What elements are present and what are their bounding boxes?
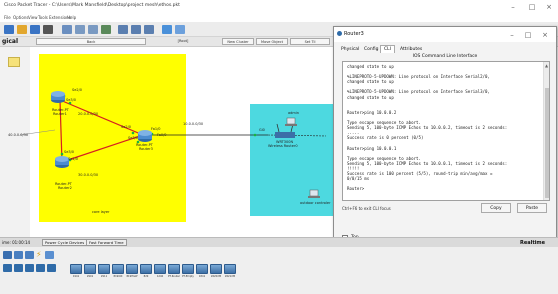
- device-tile[interactable]: [112, 264, 124, 274]
- device-tile[interactable]: [182, 264, 194, 274]
- paste-button[interactable]: Paste: [517, 203, 547, 213]
- device-tile[interactable]: [154, 264, 166, 274]
- cli-focus-hint: Ctrl+F6 to exit CLI focus: [342, 206, 391, 211]
- dialog-minimize-icon[interactable]: –: [506, 30, 518, 40]
- device-label: 819IOX: [113, 275, 123, 278]
- copy-button[interactable]: Copy: [481, 203, 511, 213]
- dialog-titlebar[interactable]: Router3 – □ ×: [334, 27, 556, 42]
- switches-category-icon[interactable]: [14, 264, 23, 272]
- device-label: 2911: [100, 275, 108, 278]
- wireless-category-icon[interactable]: [36, 264, 45, 272]
- port-label: Fa1/0: [151, 127, 161, 131]
- device-tile[interactable]: [224, 264, 236, 274]
- sim-time: ime: 01:00:14: [2, 240, 31, 245]
- scrollbar-thumb[interactable]: [545, 88, 549, 198]
- port-label: Se3/0: [64, 150, 75, 154]
- dialog-tabs: Physical Config CLI Attributes: [334, 43, 556, 53]
- device-tile[interactable]: [168, 264, 180, 274]
- cli-scrollbar[interactable]: ▲: [543, 62, 549, 200]
- device-palette: ⚡ 1941 2901 2911 819IOX 819HGW 829 1240 …: [0, 247, 558, 294]
- wireless-name-label: Wireless Router0: [268, 144, 298, 148]
- cli-section-title: IOS Command Line Interface: [412, 54, 478, 59]
- cli-console[interactable]: changed state to up %LINEPROTO-5-UPDOWN:…: [342, 61, 550, 201]
- router3-name-label: Router3: [139, 147, 153, 151]
- outdoor-laptop-icon: [308, 189, 320, 198]
- connections-icon[interactable]: ⚡: [36, 250, 42, 259]
- router2-name-label: Router2: [58, 186, 72, 190]
- port-label: Gi0: [259, 128, 265, 132]
- hubs-category-icon[interactable]: [25, 264, 34, 272]
- device-tile[interactable]: [70, 264, 82, 274]
- device-label: 819HGW: [126, 275, 138, 278]
- power-cycle-button[interactable]: Power Cycle Devices: [42, 239, 88, 246]
- tab-cli[interactable]: CLI: [380, 45, 395, 53]
- link-router1-router3: [59, 99, 144, 136]
- device-tile[interactable]: [126, 264, 138, 274]
- outdoor-controller-label: outdoor controler: [300, 201, 331, 205]
- port-label: Se2/0: [72, 88, 83, 92]
- port-label: Se2/0: [68, 157, 79, 161]
- port-dot: [253, 133, 257, 137]
- cli-output[interactable]: changed state to up %LINEPROTO-5-UPDOWN:…: [347, 64, 541, 191]
- admin-label: admin: [288, 111, 299, 115]
- router3-icon: [138, 130, 152, 142]
- wireless-router-icon: [275, 123, 295, 138]
- misc-icon[interactable]: [45, 251, 54, 259]
- net-label-20: 20.0.0.0/30: [78, 112, 99, 116]
- dialog-title: Router3: [344, 31, 364, 37]
- device-tile[interactable]: [84, 264, 96, 274]
- routers-category-icon[interactable]: [3, 264, 12, 272]
- device-label: 2621XM: [224, 275, 236, 278]
- net-label-10: 10.0.0.0/30: [183, 122, 204, 126]
- dialog-maximize-icon[interactable]: □: [522, 30, 534, 40]
- port-label: Se2/0: [121, 125, 132, 129]
- admin-laptop-icon: [285, 117, 297, 126]
- realtime-mode-label[interactable]: Realtime: [520, 240, 545, 246]
- end-devices-icon[interactable]: [14, 251, 23, 259]
- net-label-40: 40.0.0.0/30: [8, 133, 29, 137]
- device-tile[interactable]: [196, 264, 208, 274]
- port-dot: [131, 131, 135, 135]
- port-label: Se3/0: [66, 98, 77, 102]
- device-label: 1240: [156, 275, 164, 278]
- device-label: 1941: [72, 275, 80, 278]
- components-icon[interactable]: [25, 251, 34, 259]
- router3-dialog: Router3 – □ × Physical Config CLI Attrib…: [333, 26, 557, 248]
- port-label: Se3/0: [128, 136, 139, 140]
- device-tile[interactable]: [210, 264, 222, 274]
- security-category-icon[interactable]: [47, 264, 56, 272]
- tab-attributes[interactable]: Attributes: [396, 45, 426, 54]
- scroll-up-icon[interactable]: ▲: [545, 63, 548, 68]
- router-icon: [337, 31, 342, 36]
- net-label-30: 30.0.0.0/30: [78, 173, 99, 177]
- device-label: 2620XM: [210, 275, 222, 278]
- router1-icon: [51, 91, 65, 103]
- port-label: Fa0/0: [157, 133, 167, 137]
- device-label: PT-Empty: [182, 275, 194, 278]
- dialog-close-icon[interactable]: ×: [539, 30, 551, 40]
- core-layer-label: core layer: [92, 210, 110, 214]
- device-tile[interactable]: [140, 264, 152, 274]
- port-dot: [60, 152, 64, 156]
- device-label: 2901: [86, 275, 94, 278]
- device-label: 1841: [198, 275, 206, 278]
- device-label: PT-Router: [168, 275, 180, 278]
- device-tile[interactable]: [98, 264, 110, 274]
- fast-forward-button[interactable]: Fast Forward Time: [86, 239, 127, 246]
- simulation-bar: ime: 01:00:14 Power Cycle Devices Fast F…: [0, 237, 558, 247]
- router2-icon: [55, 156, 69, 168]
- network-devices-icon[interactable]: [3, 251, 12, 259]
- router1-name-label: Router1: [53, 112, 67, 116]
- device-label: 829: [143, 275, 149, 278]
- port-dot: [68, 101, 72, 105]
